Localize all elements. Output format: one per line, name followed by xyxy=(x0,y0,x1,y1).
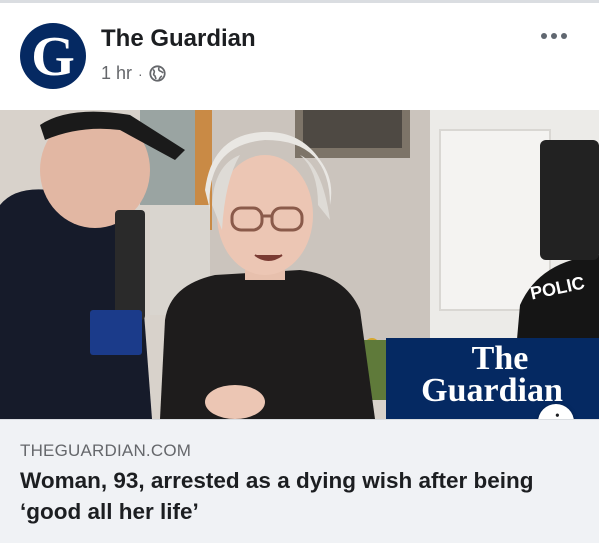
more-options-icon[interactable] xyxy=(532,21,576,51)
page-avatar[interactable]: G xyxy=(20,23,86,89)
watermark-the: The xyxy=(471,340,529,377)
link-domain: THEGUARDIAN.COM xyxy=(20,441,192,460)
guardian-logo-letter: G xyxy=(31,26,75,88)
watermark-guardian: Guardian xyxy=(421,372,563,409)
article-photo[interactable]: POLIC The Guardian xyxy=(0,110,599,419)
globe-icon xyxy=(149,65,166,82)
link-preview[interactable]: THEGUARDIAN.COM Woman, 93, arrested as a… xyxy=(0,419,599,543)
post-timestamp[interactable]: 1 hr xyxy=(101,63,132,84)
post-header: G The Guardian 1 hr · xyxy=(0,3,599,110)
meta-separator: · xyxy=(138,65,143,82)
link-headline[interactable]: Woman, 93, arrested as a dying wish afte… xyxy=(20,465,560,527)
post-meta: 1 hr · xyxy=(101,63,166,84)
page-name-link[interactable]: The Guardian xyxy=(101,25,256,53)
